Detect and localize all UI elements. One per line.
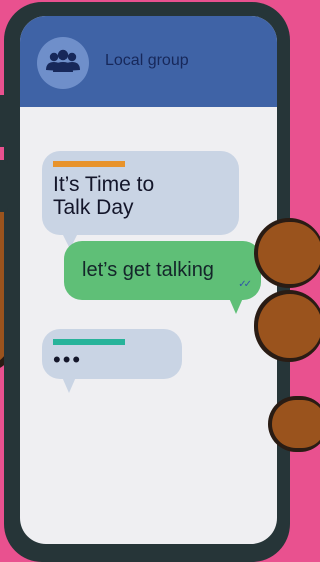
phone-screen: Local group It’s Time to Talk Day let’s … bbox=[20, 16, 277, 544]
sender-accent-bar bbox=[53, 339, 125, 345]
incoming-message-bubble[interactable]: It’s Time to Talk Day bbox=[42, 151, 239, 249]
message-text: It’s Time to Talk Day bbox=[53, 173, 155, 219]
bubble-tail bbox=[229, 298, 243, 314]
outgoing-message-bubble[interactable]: let’s get talking ✓✓ bbox=[64, 241, 261, 314]
group-avatar[interactable] bbox=[37, 37, 89, 89]
group-name[interactable]: Local group bbox=[105, 52, 189, 70]
message-text: let’s get talking bbox=[82, 259, 214, 281]
phone-side-button bbox=[0, 160, 8, 212]
sender-accent-bar bbox=[53, 161, 125, 167]
illustration: Local group It’s Time to Talk Day let’s … bbox=[0, 0, 320, 562]
chat-header: Local group bbox=[20, 16, 277, 107]
phone-side-button bbox=[0, 95, 8, 147]
right-finger bbox=[258, 222, 320, 284]
bubble-tail bbox=[62, 377, 76, 393]
typing-indicator-bubble[interactable]: ••• bbox=[42, 329, 182, 393]
typing-dots: ••• bbox=[53, 347, 83, 372]
double-check-icon: ✓✓ bbox=[238, 279, 252, 290]
right-finger bbox=[272, 400, 320, 448]
group-people-icon bbox=[46, 49, 80, 72]
right-finger bbox=[258, 294, 320, 358]
